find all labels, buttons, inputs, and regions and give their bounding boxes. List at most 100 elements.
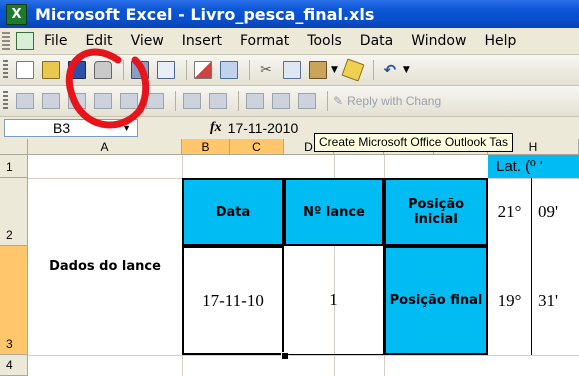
review-button-1[interactable] xyxy=(14,90,36,112)
cell-lat-deg-row3[interactable]: 19° xyxy=(488,246,532,355)
format-painter-button[interactable] xyxy=(341,58,365,82)
delete-comment-icon xyxy=(146,93,164,109)
previous-comment-icon xyxy=(42,93,60,109)
new-icon xyxy=(16,61,34,79)
toolbar-separator xyxy=(123,60,124,80)
title-bar: X Microsoft Excel - Livro_pesca_final.xl… xyxy=(0,0,579,28)
track-changes-icon xyxy=(183,93,201,109)
tooltip: Create Microsoft Office Outlook Tas xyxy=(314,133,513,152)
permission-icon xyxy=(94,61,112,79)
select-all-corner[interactable] xyxy=(0,139,28,155)
column-header-a[interactable]: A xyxy=(28,139,182,155)
open-button[interactable] xyxy=(40,59,62,81)
menu-file[interactable]: File xyxy=(44,33,67,49)
reply-with-changes-button[interactable]: Reply with Chang xyxy=(347,94,441,108)
gridline xyxy=(28,355,579,356)
review-button-8[interactable] xyxy=(207,90,229,112)
edit-comment-icon xyxy=(246,93,264,109)
menu-grip[interactable] xyxy=(2,32,10,50)
print-button[interactable] xyxy=(129,59,151,81)
cell-lat-min-row3[interactable]: 31' xyxy=(532,246,579,355)
undo-icon: ↶ xyxy=(383,61,397,79)
cell-data-header[interactable]: Data xyxy=(182,178,284,246)
show-all-comments-icon xyxy=(120,93,138,109)
spelling-button[interactable] xyxy=(192,59,214,81)
review-button-2[interactable] xyxy=(40,90,62,112)
reply-with-changes-icon: ✎ xyxy=(333,94,344,108)
menu-window[interactable]: Window xyxy=(411,33,466,49)
window-title: Microsoft Excel - Livro_pesca_final.xls xyxy=(35,4,375,24)
menu-edit[interactable]: Edit xyxy=(85,33,112,49)
cell-n-lance-header[interactable]: Nº lance xyxy=(284,178,384,246)
reject-change-icon xyxy=(209,93,227,109)
toolbar-grip[interactable] xyxy=(3,60,8,80)
reviewing-toolbar: ✎ Reply with Chang xyxy=(0,86,579,117)
menu-insert[interactable]: Insert xyxy=(182,33,222,49)
save-icon xyxy=(68,61,86,79)
review-button-11[interactable] xyxy=(296,90,318,112)
cell-lat-min-row2[interactable]: 09' xyxy=(532,178,579,246)
cut-button[interactable]: ✂ xyxy=(255,59,277,81)
column-header-b[interactable]: B xyxy=(182,139,230,155)
menu-bar: File Edit View Insert Format Tools Data … xyxy=(0,28,579,55)
toolbar-separator xyxy=(238,91,239,111)
spelling-icon xyxy=(194,61,212,79)
row-header-3[interactable]: 3 xyxy=(0,246,28,355)
toolbar-separator xyxy=(372,60,374,80)
research-button[interactable] xyxy=(218,59,240,81)
highlight-icon xyxy=(272,93,290,109)
outlook-task-icon xyxy=(298,93,316,109)
next-comment-icon xyxy=(68,93,86,109)
undo-dropdown-icon[interactable]: ▼ xyxy=(403,65,410,75)
menu-help[interactable]: Help xyxy=(484,33,516,49)
toolbar-separator xyxy=(249,60,250,80)
formula-input[interactable]: 17-11-2010 xyxy=(228,120,299,136)
cell-posicao-final[interactable]: Posição final xyxy=(384,246,488,355)
row-header-2[interactable]: 2 xyxy=(0,178,28,246)
name-box-dropdown-icon[interactable]: ▼ xyxy=(122,123,131,133)
menu-view[interactable]: View xyxy=(131,33,164,49)
review-button-3[interactable] xyxy=(66,90,88,112)
document-icon[interactable] xyxy=(16,32,34,50)
review-button-9[interactable] xyxy=(244,90,266,112)
menu-tools[interactable]: Tools xyxy=(307,33,342,49)
cell-posicao-inicial[interactable]: Posição inicial xyxy=(384,178,488,246)
toolbar-grip[interactable] xyxy=(3,91,8,111)
review-button-10[interactable] xyxy=(270,90,292,112)
permission-button[interactable] xyxy=(92,59,114,81)
paste-icon xyxy=(309,61,327,79)
row-header-4[interactable]: 4 xyxy=(0,355,28,376)
cell-lat-deg-row2[interactable]: 21° xyxy=(488,178,532,246)
menu-format[interactable]: Format xyxy=(240,33,289,49)
toolbar-separator xyxy=(327,91,328,111)
cell-lat-header[interactable]: Lat. (º ' xyxy=(488,155,579,178)
cell-n-lance-value[interactable]: 1 xyxy=(284,246,384,355)
column-header-c[interactable]: C xyxy=(230,139,284,155)
save-button[interactable] xyxy=(66,59,88,81)
name-box[interactable]: B3 ▼ xyxy=(4,119,138,137)
toolbar-separator xyxy=(186,60,187,80)
review-button-4[interactable] xyxy=(92,90,114,112)
cell-data-value-selected[interactable]: 17-11-10 xyxy=(182,246,284,355)
undo-button[interactable]: ↶ xyxy=(379,59,401,81)
cell-dados-do-lance[interactable]: Dados do lance xyxy=(28,178,182,355)
copy-button[interactable] xyxy=(281,59,303,81)
print-preview-button[interactable] xyxy=(155,59,177,81)
new-button[interactable] xyxy=(14,59,36,81)
open-icon xyxy=(42,61,60,79)
review-button-6[interactable] xyxy=(144,90,166,112)
review-button-7[interactable] xyxy=(181,90,203,112)
worksheet-grid[interactable]: A B C D E F G H 1 2 3 4 Lat. (º ' Dados … xyxy=(0,139,579,376)
toolbar-separator xyxy=(175,91,176,111)
paste-dropdown-icon[interactable]: ▼ xyxy=(331,65,338,75)
name-box-value: B3 xyxy=(53,120,71,136)
fx-icon[interactable]: fx xyxy=(210,120,222,136)
row-header-1[interactable]: 1 xyxy=(0,155,28,178)
paste-button[interactable] xyxy=(307,59,329,81)
research-icon xyxy=(220,61,238,79)
print-icon xyxy=(131,61,149,79)
menu-data[interactable]: Data xyxy=(360,33,393,49)
review-button-5[interactable] xyxy=(118,90,140,112)
copy-icon xyxy=(283,61,301,79)
excel-icon: X xyxy=(6,3,27,25)
